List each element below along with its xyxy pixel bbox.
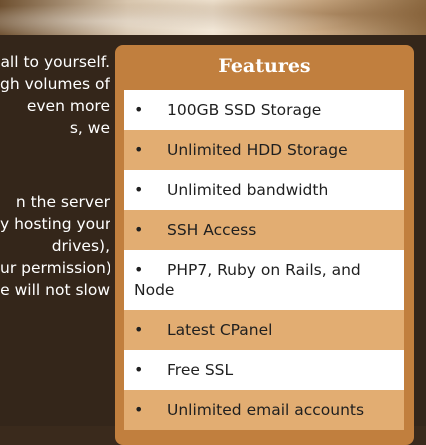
- feature-item: • Unlimited HDD Storage: [124, 130, 404, 170]
- feature-label: Unlimited bandwidth: [167, 181, 329, 199]
- feature-label: 100GB SSD Storage: [167, 101, 322, 119]
- bullet-icon: •: [134, 320, 144, 339]
- feature-item: • SSH Access: [124, 210, 404, 250]
- bullet-icon: •: [134, 360, 144, 379]
- feature-item: • Free SSL: [124, 350, 404, 390]
- hero-image: [0, 0, 426, 35]
- text-line: all to yourself.: [0, 53, 110, 71]
- feature-label: PHP7, Ruby on Rails, and Node: [134, 261, 361, 299]
- text-line: y hosting your: [0, 215, 110, 233]
- feature-label: Unlimited email accounts: [167, 401, 365, 419]
- bullet-icon: •: [134, 140, 144, 159]
- text-line: gh volumes of: [0, 75, 110, 93]
- feature-label: Latest CPanel: [167, 321, 273, 339]
- bullet-icon: •: [134, 260, 144, 279]
- feature-item: • Unlimited bandwidth: [124, 170, 404, 210]
- feature-item: • Latest CPanel: [124, 310, 404, 350]
- feature-label: Free SSL: [167, 361, 234, 379]
- text-line: n the server: [15, 193, 110, 211]
- text-line: e will not slow: [0, 281, 110, 299]
- features-card: Features • 100GB SSD Storage • Unlimited H…: [115, 45, 414, 445]
- bullet-icon: •: [134, 180, 144, 199]
- bullet-icon: •: [134, 220, 144, 239]
- feature-label: Unlimited HDD Storage: [167, 141, 348, 159]
- features-list: • 100GB SSD Storage • Unlimited HDD Storag…: [124, 90, 404, 430]
- feature-item: • 100GB SSD Storage: [124, 90, 404, 130]
- paragraph: n the server y hosting your drives), ur …: [0, 191, 110, 301]
- text-line: even more: [26, 97, 110, 115]
- feature-item: • Unlimited email accounts: [124, 390, 404, 430]
- feature-item: • PHP7, Ruby on Rails, and Node: [124, 250, 404, 310]
- text-line: s, we: [69, 119, 110, 137]
- body-copy: all to yourself. gh volumes of even more…: [0, 51, 110, 301]
- bullet-icon: •: [134, 400, 144, 419]
- features-title: Features: [218, 55, 311, 77]
- bullet-icon: •: [134, 100, 144, 119]
- text-line: drives),: [51, 237, 110, 255]
- text-line: ur permission),: [0, 259, 110, 277]
- paragraph: all to yourself. gh volumes of even more…: [0, 51, 110, 139]
- feature-label: SSH Access: [167, 221, 257, 239]
